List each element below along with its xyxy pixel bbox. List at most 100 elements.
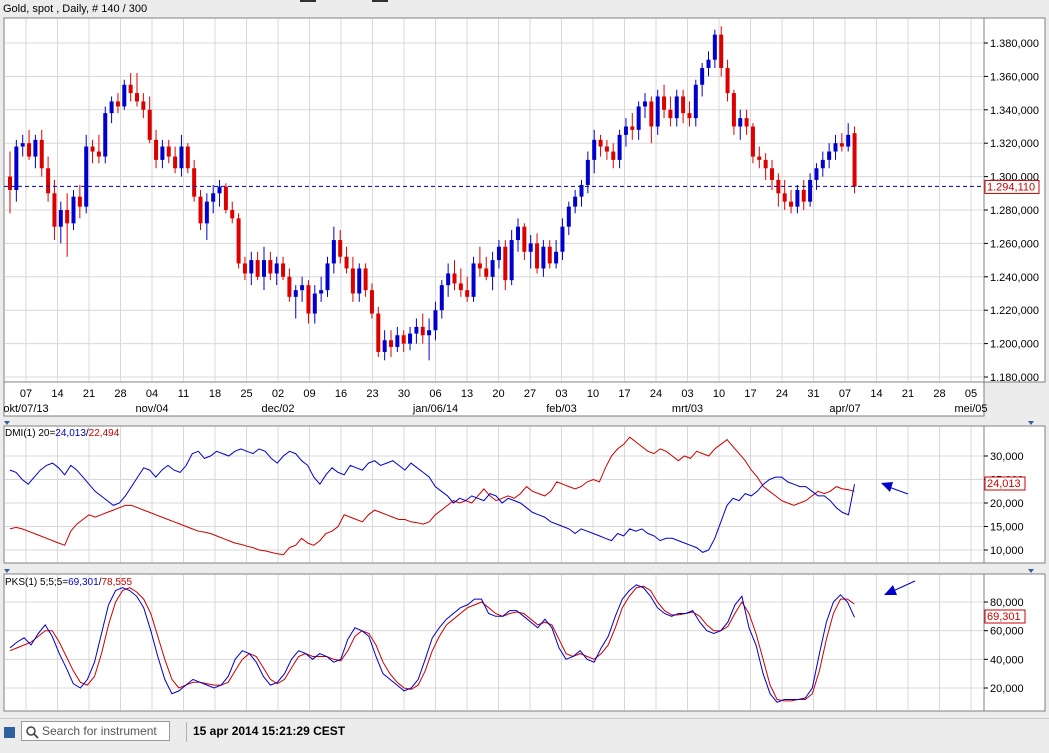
candle-body (770, 168, 774, 180)
candle-body (77, 196, 82, 207)
x-day-label: 17 (618, 388, 630, 400)
candle-body (147, 109, 152, 140)
pks-legend-blue-value: 69,301 (68, 577, 99, 588)
candle-body (623, 126, 628, 135)
candle-body (452, 273, 457, 284)
candle-body (554, 251, 559, 264)
window-control-minimize[interactable] (300, 0, 316, 2)
candle-body (217, 186, 222, 194)
window-control-close[interactable] (372, 0, 388, 2)
candle-body (331, 240, 336, 264)
candle-body (706, 59, 711, 69)
candle-body (687, 113, 692, 119)
candle-body (592, 139, 597, 160)
candle-body (408, 333, 413, 344)
candle-body (560, 226, 565, 252)
status-divider (186, 722, 187, 742)
dmi-collapse-icon-right[interactable] (1028, 421, 1034, 425)
candle-body (141, 101, 146, 110)
candle-body (839, 143, 844, 147)
candle-body (719, 34, 724, 69)
candle-body (281, 263, 286, 277)
candle-body (547, 246, 552, 264)
x-month-label: nov/04 (135, 403, 168, 415)
x-day-label: 07 (839, 388, 851, 400)
candle-body (338, 240, 343, 257)
search-input[interactable] (42, 723, 166, 739)
candle-body (39, 139, 44, 169)
candle-body (230, 210, 235, 219)
x-day-label: 03 (681, 388, 693, 400)
candle-body (573, 196, 578, 207)
candle-body (420, 326, 425, 336)
candle-body (33, 139, 38, 157)
candle-body (211, 193, 216, 202)
status-bar: 15 apr 2014 15:21:29 CEST (0, 718, 1049, 753)
search-box[interactable] (21, 721, 170, 741)
candle-body (789, 201, 794, 207)
x-month-label: feb/03 (546, 403, 577, 415)
candle-body (757, 156, 762, 160)
candle-body (71, 196, 76, 224)
dmi-legend: DMI(1) 20=24,013/22,494 (5, 428, 120, 439)
candle-body (693, 84, 698, 119)
status-indicator-icon[interactable] (4, 727, 15, 738)
candle-body (801, 189, 806, 202)
chart-area: Gold, spot , Daily, # 140 / 300 1.380,00… (0, 0, 1049, 712)
dmi-panel-background (3, 425, 985, 564)
candle-body (173, 156, 178, 169)
dmi-collapse-icon[interactable] (4, 421, 10, 425)
candle-body (395, 335, 400, 347)
candle-body (350, 268, 355, 294)
candle-body (643, 101, 647, 107)
pks-collapse-icon-right[interactable] (1028, 569, 1034, 573)
candle-body (681, 96, 686, 114)
candle-body (58, 210, 63, 227)
candle-body (471, 263, 476, 297)
candle-body (179, 146, 184, 169)
candle-body (674, 96, 679, 119)
pks-collapse-icon[interactable] (4, 569, 10, 573)
candle-body (128, 84, 133, 94)
candle-body (814, 168, 819, 180)
candle-body (750, 126, 755, 157)
candle-body (357, 268, 362, 294)
candle-body (185, 146, 190, 169)
candle-body (433, 310, 438, 331)
candle-body (192, 168, 197, 197)
x-day-label: 07 (20, 388, 32, 400)
candle-body (509, 240, 514, 281)
candle-body (744, 118, 749, 127)
candle-body (731, 93, 736, 127)
candle-body (630, 126, 635, 130)
x-day-label: 30 (398, 388, 410, 400)
candle-body (604, 146, 609, 152)
pks-y-tick-label: 40,000 (990, 654, 1024, 666)
candle-body (738, 118, 743, 127)
status-timestamp: 15 apr 2014 15:21:29 CEST (193, 724, 346, 738)
dmi-y-tick-label: 15,000 (990, 522, 1024, 534)
x-day-label: 23 (366, 388, 378, 400)
x-day-label: 04 (146, 388, 158, 400)
candle-body (65, 210, 70, 224)
candle-body (90, 146, 95, 152)
candle-body (84, 146, 89, 207)
candle-body (52, 193, 57, 227)
candle-body (484, 268, 489, 277)
dmi-last-value-label: 24,013 (987, 478, 1021, 490)
candle-body (236, 218, 241, 264)
candle-body (636, 106, 641, 130)
candle-body (382, 340, 387, 352)
candle-body (287, 276, 292, 297)
x-day-label: 16 (335, 388, 347, 400)
candle-body (522, 226, 527, 252)
candle-body (262, 260, 266, 277)
candle-body (249, 260, 254, 274)
candle-body (319, 290, 324, 294)
pks-y-tick-label: 80,000 (990, 597, 1024, 609)
candle-body (668, 109, 673, 119)
candle-body (700, 68, 705, 85)
candle-body (166, 146, 171, 157)
x-day-label: 31 (807, 388, 819, 400)
price-y-tick-label: 1.180,000 (990, 372, 1039, 384)
